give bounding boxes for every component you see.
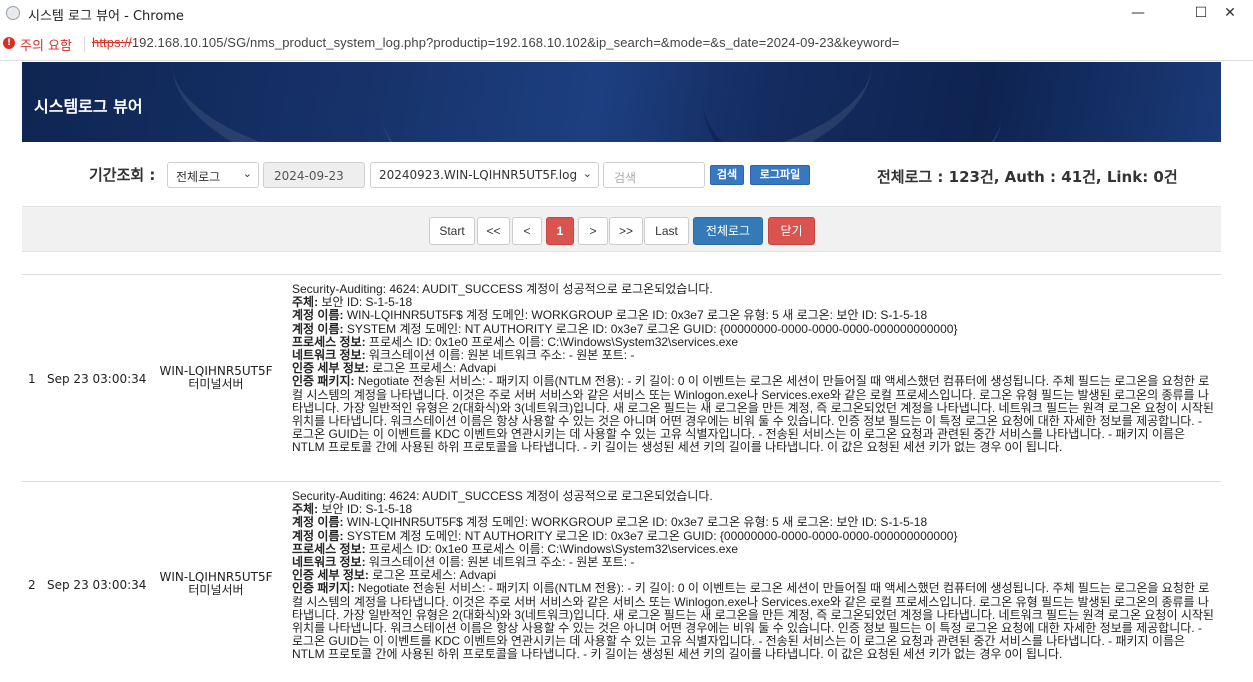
page-prev-button[interactable]: < [512, 217, 542, 245]
page-last-button[interactable]: Last [644, 217, 689, 245]
message-field: 인증 패키지: Negotiate 전송된 서비스: - 패키지 이름(NTLM… [292, 581, 1214, 662]
keyword-input[interactable]: 검색 [603, 162, 705, 188]
page-next-block-button[interactable]: >> [609, 217, 643, 245]
window-titlebar: 시스템 로그 뷰어 - Chrome — ☐ ✕ [0, 0, 1253, 28]
row-message: Security-Auditing: 4624: AUDIT_SUCCESS 계… [292, 282, 1215, 455]
logfile-button[interactable]: 로그파일 [750, 165, 810, 185]
row-time: Sep 23 03:00:34 [47, 578, 147, 592]
search-button[interactable]: 검색 [710, 165, 744, 185]
log-file-value: 20240923.WIN-LQIHNR5UT5F.log [379, 168, 578, 182]
page-header-banner: 시스템로그 뷰어 [22, 62, 1221, 142]
row-number: 1 [28, 372, 36, 386]
banner-decoration [702, 62, 1221, 142]
message-first-line: Security-Auditing: 4624: AUDIT_SUCCESS 계… [292, 282, 713, 296]
page-title: 시스템로그 뷰어 [34, 97, 143, 116]
page-current-button[interactable]: 1 [546, 217, 574, 245]
page-start-button[interactable]: Start [429, 217, 475, 245]
row-time: Sep 23 03:00:34 [47, 372, 147, 386]
window-title: 시스템 로그 뷰어 - Chrome [28, 9, 184, 24]
search-toolbar: 기간조회 : 전체로그 ⌄ 2024-09-23 20240923.WIN-LQ… [22, 158, 1221, 194]
address-divider [84, 36, 85, 52]
security-warning-icon[interactable]: ! [3, 37, 15, 49]
url-path: 192.168.10.105/SG/nms_product_system_log… [131, 35, 900, 50]
address-bar[interactable]: ! 주의 요함 https://192.168.10.105/SG/nms_pr… [0, 28, 1253, 61]
pagination-bar: Start << < 1 > >> Last 전체로그 닫기 [22, 206, 1221, 252]
log-totals: 전체로그 : 123건, Auth : 41건, Link: 0건 [877, 168, 1178, 186]
row-message: Security-Auditing: 4624: AUDIT_SUCCESS 계… [292, 489, 1215, 662]
url-text[interactable]: https://192.168.10.105/SG/nms_product_sy… [92, 35, 899, 50]
date-field[interactable]: 2024-09-23 [263, 162, 365, 188]
message-field: 인증 패키지: Negotiate 전송된 서비스: - 패키지 이름(NTLM… [292, 374, 1214, 455]
browser-app-icon [6, 6, 20, 20]
page-prev-block-button[interactable]: << [477, 217, 510, 245]
table-row: 1 Sep 23 03:00:34 WIN-LQIHNR5UT5F 터미널서버 … [22, 274, 1221, 481]
row-host-sub: 터미널서버 [188, 377, 244, 391]
message-first-line: Security-Auditing: 4624: AUDIT_SUCCESS 계… [292, 489, 713, 503]
chevron-down-icon: ⌄ [242, 167, 252, 180]
url-protocol: https:// [92, 35, 132, 50]
minimize-button[interactable]: — [1115, 0, 1161, 28]
log-type-value: 전체로그 [176, 170, 221, 184]
row-number: 2 [28, 578, 36, 592]
log-table: 1 Sep 23 03:00:34 WIN-LQIHNR5UT5F 터미널서버 … [22, 274, 1221, 682]
row-host-sub: 터미널서버 [188, 583, 244, 597]
all-logs-button[interactable]: 전체로그 [693, 217, 763, 245]
row-host: WIN-LQIHNR5UT5F 터미널서버 [152, 365, 280, 391]
row-host: WIN-LQIHNR5UT5F 터미널서버 [152, 571, 280, 597]
close-viewer-button[interactable]: 닫기 [768, 217, 815, 245]
log-type-select[interactable]: 전체로그 ⌄ [167, 162, 259, 188]
page-next-button[interactable]: > [578, 217, 608, 245]
security-warning-label[interactable]: 주의 요함 [20, 35, 72, 54]
table-row: 2 Sep 23 03:00:34 WIN-LQIHNR5UT5F 터미널서버 … [22, 481, 1221, 682]
chevron-down-icon: ⌄ [582, 167, 592, 180]
log-file-select[interactable]: 20240923.WIN-LQIHNR5UT5F.log ⌄ [370, 162, 599, 188]
period-label: 기간조회 : [89, 166, 156, 184]
close-window-button[interactable]: ✕ [1207, 0, 1253, 28]
